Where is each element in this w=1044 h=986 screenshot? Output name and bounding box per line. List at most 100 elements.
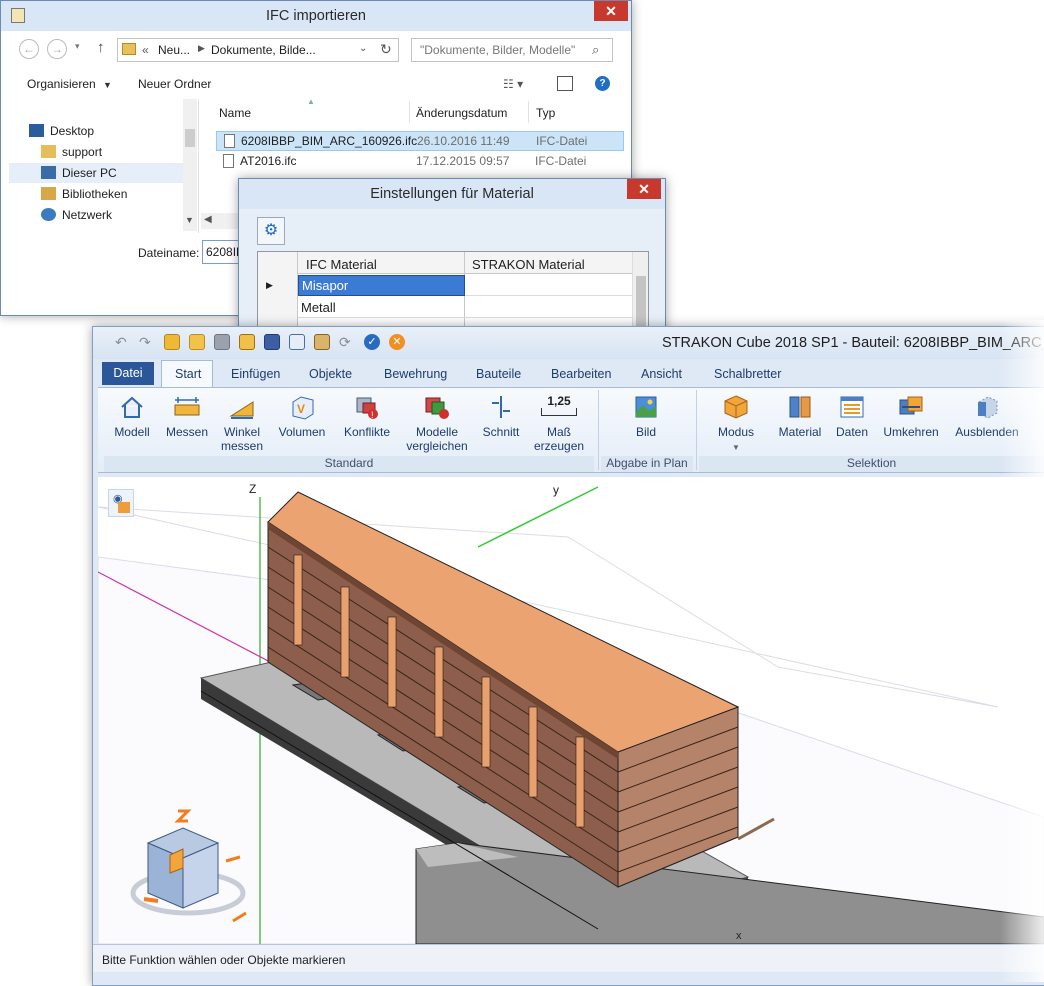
- umkehren-button[interactable]: Umkehren: [880, 394, 942, 439]
- table-row[interactable]: Metall: [298, 297, 465, 318]
- chevron-down-icon[interactable]: ▼: [185, 215, 194, 225]
- check-icon[interactable]: ✓: [364, 334, 380, 350]
- chevron-down-icon[interactable]: ⌄: [359, 43, 367, 54]
- settings-gear-button[interactable]: ⚙: [257, 217, 285, 245]
- tab-schalbretter[interactable]: Schalbretter: [706, 362, 789, 386]
- path-segment-2[interactable]: Dokumente, Bilde...: [211, 43, 316, 57]
- open-folder-icon[interactable]: [164, 334, 180, 350]
- modus-button[interactable]: Modus ▼: [714, 394, 758, 455]
- chevron-right-icon: ▶: [198, 43, 205, 53]
- bild-button[interactable]: Bild: [622, 394, 670, 439]
- save-gray-icon[interactable]: [214, 334, 230, 350]
- column-header-date[interactable]: Änderungsdatum: [416, 106, 507, 120]
- data-table-icon: [839, 394, 865, 420]
- schnitt-label: Schnitt: [482, 425, 520, 439]
- help-icon[interactable]: ?: [595, 76, 610, 91]
- group-label-standard: Standard: [104, 456, 594, 472]
- file-date: 26.10.2016 11:49: [417, 134, 510, 148]
- new-folder-button[interactable]: Neuer Ordner: [138, 77, 211, 91]
- table-row[interactable]: Misapor: [298, 275, 465, 296]
- tree-item-this-pc[interactable]: Dieser PC: [9, 163, 183, 183]
- chevron-left-icon[interactable]: ◀: [204, 214, 212, 225]
- messen-label: Messen: [165, 425, 209, 439]
- forward-icon[interactable]: →: [47, 39, 67, 59]
- chevron-down-icon: ▼: [103, 80, 112, 90]
- paste-icon[interactable]: [314, 334, 330, 350]
- angle-ruler-icon: [229, 394, 255, 420]
- search-icon: ⌕: [592, 42, 600, 57]
- ifc-dialog-close-button[interactable]: ✕: [594, 1, 628, 21]
- material-dialog-close-button[interactable]: ✕: [627, 179, 661, 199]
- cancel-icon[interactable]: ✕: [389, 334, 405, 350]
- file-row[interactable]: 6208IBBP_BIM_ARC_160926.ifc 26.10.2016 1…: [216, 131, 624, 151]
- view-options-icon[interactable]: ☷ ▾: [503, 77, 523, 91]
- file-row[interactable]: AT2016.ifc 17.12.2015 09:57 IFC-Datei: [216, 152, 624, 172]
- modell-button[interactable]: Modell: [110, 394, 154, 439]
- winkel-messen-button[interactable]: Winkel messen: [218, 394, 266, 453]
- column-header-ifc-material[interactable]: IFC Material: [306, 257, 377, 272]
- modelle-vergleichen-button[interactable]: Modelle vergleichen: [404, 394, 470, 453]
- preview-pane-icon[interactable]: [557, 76, 573, 91]
- tab-datei[interactable]: Datei: [102, 362, 154, 385]
- back-icon[interactable]: ←: [19, 39, 39, 59]
- tree-item-desktop[interactable]: Desktop: [29, 121, 94, 141]
- undo-icon[interactable]: ↶: [115, 334, 131, 350]
- search-input[interactable]: "Dokumente, Bilder, Modelle" ⌕: [411, 38, 613, 62]
- organize-button[interactable]: Organisieren ▼: [27, 77, 112, 91]
- strakon-material-cell[interactable]: [465, 297, 633, 318]
- y-axis-label: y: [553, 483, 559, 497]
- hide-icon: [974, 394, 1000, 420]
- file-name: AT2016.ifc: [240, 154, 297, 168]
- redo-icon[interactable]: ↷: [139, 334, 155, 350]
- volumen-button[interactable]: V Volumen: [276, 394, 328, 439]
- tab-objekte[interactable]: Objekte: [301, 362, 360, 386]
- column-header-type[interactable]: Typ: [536, 106, 555, 120]
- material-button[interactable]: Material: [774, 394, 826, 439]
- save-as-icon[interactable]: [239, 334, 255, 350]
- refresh-icon[interactable]: ↻: [380, 41, 392, 58]
- address-bar[interactable]: « Neu... ▶ Dokumente, Bilde... ⌄ ↻: [117, 38, 399, 62]
- mass-erzeugen-button[interactable]: 1,25 Maß erzeugen: [534, 394, 584, 453]
- scroll-thumb[interactable]: [636, 276, 646, 330]
- tab-bearbeiten[interactable]: Bearbeiten: [543, 362, 619, 386]
- scroll-thumb[interactable]: [185, 129, 195, 147]
- daten-button[interactable]: Daten: [830, 394, 874, 439]
- tab-ansicht[interactable]: Ansicht: [633, 362, 690, 386]
- tree-item-support[interactable]: support: [41, 142, 102, 162]
- column-header-strakon-material[interactable]: STRAKON Material: [472, 257, 585, 272]
- path-segment-1[interactable]: Neu...: [158, 43, 190, 57]
- tree-item-network[interactable]: Netzwerk: [41, 205, 112, 225]
- file-icon: [224, 134, 235, 148]
- modelle-label-2: vergleichen: [406, 439, 468, 453]
- picture-icon: [633, 394, 659, 420]
- column-header-name[interactable]: Name: [219, 106, 251, 120]
- section-cut-icon: [488, 394, 514, 420]
- file-type: IFC-Datei: [535, 154, 587, 168]
- app-icon: [11, 8, 25, 23]
- strakon-material-cell[interactable]: [465, 275, 633, 296]
- tab-einfuegen[interactable]: Einfügen: [223, 362, 288, 386]
- tab-bauteile[interactable]: Bauteile: [468, 362, 529, 386]
- konflikte-button[interactable]: ! Konflikte: [340, 394, 394, 439]
- view-settings-button[interactable]: ◉: [108, 489, 134, 517]
- save-icon[interactable]: [264, 334, 280, 350]
- copy-icon[interactable]: [289, 334, 305, 350]
- messen-button[interactable]: Messen: [165, 394, 209, 439]
- group-label-selektion: Selektion: [699, 456, 1044, 472]
- folder-icon[interactable]: [189, 334, 205, 350]
- tab-start[interactable]: Start: [167, 362, 209, 386]
- schnitt-button[interactable]: Schnitt: [478, 394, 524, 439]
- material-label: Material: [778, 425, 822, 439]
- mass-label-2: erzeugen: [534, 439, 585, 453]
- view-cube-navigator[interactable]: [128, 803, 258, 923]
- tree-scrollbar[interactable]: ▼: [183, 99, 197, 231]
- tree-item-libraries[interactable]: Bibliotheken: [41, 184, 127, 204]
- up-icon[interactable]: ↑: [97, 39, 105, 56]
- viewport-3d[interactable]: x Z y ◉: [98, 477, 1044, 944]
- folder-icon: [122, 43, 136, 55]
- tab-bewehrung[interactable]: Bewehrung: [376, 362, 455, 386]
- horizontal-scrollbar[interactable]: ◀: [201, 213, 241, 229]
- refresh-icon[interactable]: ⟳: [339, 334, 355, 350]
- material-dialog-titlebar: Einstellungen für Material: [239, 179, 665, 209]
- recent-dropdown-icon[interactable]: ▾: [75, 41, 80, 52]
